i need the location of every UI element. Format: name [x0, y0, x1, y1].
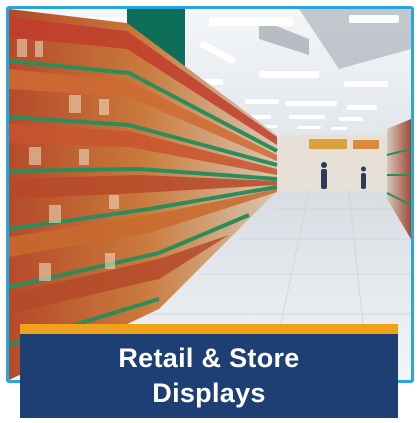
caption-title-line-2: Displays — [152, 378, 266, 408]
caption-accent-band — [20, 324, 398, 334]
caption-title-line-1: Retail & Store — [118, 343, 300, 373]
retail-store-displays-card[interactable]: Retail & Store Displays — [0, 0, 418, 423]
caption-banner[interactable]: Retail & Store Displays — [20, 334, 398, 418]
aisle-end-sign — [309, 139, 347, 149]
